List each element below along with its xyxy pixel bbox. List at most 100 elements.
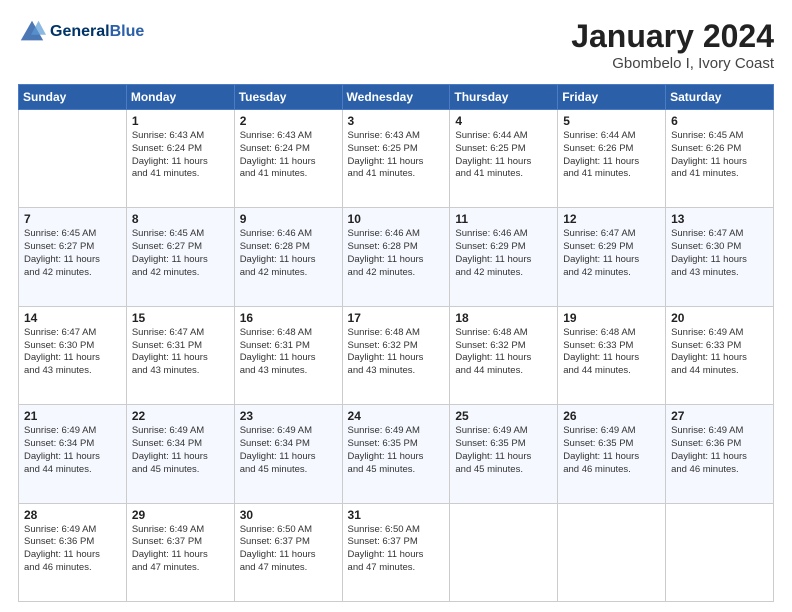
logo: GeneralBlue	[18, 18, 144, 46]
table-row: 25 Sunrise: 6:49 AM Sunset: 6:35 PM Dayli…	[450, 405, 558, 503]
table-row: 24 Sunrise: 6:49 AM Sunset: 6:35 PM Dayli…	[342, 405, 450, 503]
day-number: 26	[563, 409, 660, 423]
day-info: Sunrise: 6:48 AM Sunset: 6:31 PM Dayligh…	[240, 327, 337, 378]
day-info: Sunrise: 6:44 AM Sunset: 6:25 PM Dayligh…	[455, 130, 552, 181]
day-number: 7	[24, 212, 121, 226]
calendar-header-row: Sunday Monday Tuesday Wednesday Thursday…	[19, 85, 774, 110]
table-row: 10Sunrise: 6:46 AM Sunset: 6:28 PM Dayli…	[342, 208, 450, 306]
day-info: Sunrise: 6:43 AM Sunset: 6:24 PM Dayligh…	[240, 130, 337, 181]
day-number: 12	[563, 212, 660, 226]
day-number: 19	[563, 311, 660, 325]
table-row: 18Sunrise: 6:48 AM Sunset: 6:32 PM Dayli…	[450, 306, 558, 404]
day-number: 20	[671, 311, 768, 325]
day-number: 18	[455, 311, 552, 325]
day-info: Sunrise: 6:49 AM Sunset: 6:35 PM Dayligh…	[563, 425, 660, 476]
day-number: 16	[240, 311, 337, 325]
table-row: 7 Sunrise: 6:45 AM Sunset: 6:27 PM Daylig…	[19, 208, 127, 306]
logo-text: GeneralBlue	[50, 23, 144, 41]
day-info: Sunrise: 6:45 AM Sunset: 6:27 PM Dayligh…	[24, 228, 121, 279]
calendar-week-row: 1 Sunrise: 6:43 AM Sunset: 6:24 PM Daylig…	[19, 110, 774, 208]
header: GeneralBlue January 2024 Gbombelo I, Ivo…	[18, 18, 774, 72]
day-number: 21	[24, 409, 121, 423]
col-thursday: Thursday	[450, 85, 558, 110]
day-info: Sunrise: 6:49 AM Sunset: 6:36 PM Dayligh…	[671, 425, 768, 476]
table-row: 31 Sunrise: 6:50 AM Sunset: 6:37 PM Dayli…	[342, 503, 450, 601]
calendar-week-row: 28 Sunrise: 6:49 AM Sunset: 6:36 PM Dayli…	[19, 503, 774, 601]
table-row: 23 Sunrise: 6:49 AM Sunset: 6:34 PM Dayli…	[234, 405, 342, 503]
day-number: 24	[348, 409, 445, 423]
day-info: Sunrise: 6:46 AM Sunset: 6:29 PM Dayligh…	[455, 228, 552, 279]
day-number: 25	[455, 409, 552, 423]
title-block: January 2024 Gbombelo I, Ivory Coast	[571, 18, 774, 72]
table-row	[19, 110, 127, 208]
table-row: 14Sunrise: 6:47 AM Sunset: 6:30 PM Dayli…	[19, 306, 127, 404]
table-row: 1 Sunrise: 6:43 AM Sunset: 6:24 PM Daylig…	[126, 110, 234, 208]
table-row: 30 Sunrise: 6:50 AM Sunset: 6:37 PM Dayli…	[234, 503, 342, 601]
main-title: January 2024	[571, 18, 774, 55]
day-info: Sunrise: 6:48 AM Sunset: 6:33 PM Dayligh…	[563, 327, 660, 378]
page: GeneralBlue January 2024 Gbombelo I, Ivo…	[0, 0, 792, 612]
table-row: 8 Sunrise: 6:45 AM Sunset: 6:27 PM Daylig…	[126, 208, 234, 306]
day-info: Sunrise: 6:48 AM Sunset: 6:32 PM Dayligh…	[348, 327, 445, 378]
day-info: Sunrise: 6:49 AM Sunset: 6:34 PM Dayligh…	[24, 425, 121, 476]
col-saturday: Saturday	[666, 85, 774, 110]
table-row: 13Sunrise: 6:47 AM Sunset: 6:30 PM Dayli…	[666, 208, 774, 306]
calendar-week-row: 14Sunrise: 6:47 AM Sunset: 6:30 PM Dayli…	[19, 306, 774, 404]
table-row: 29 Sunrise: 6:49 AM Sunset: 6:37 PM Dayli…	[126, 503, 234, 601]
day-info: Sunrise: 6:44 AM Sunset: 6:26 PM Dayligh…	[563, 130, 660, 181]
day-number: 9	[240, 212, 337, 226]
table-row: 6 Sunrise: 6:45 AM Sunset: 6:26 PM Daylig…	[666, 110, 774, 208]
table-row: 27 Sunrise: 6:49 AM Sunset: 6:36 PM Dayli…	[666, 405, 774, 503]
day-info: Sunrise: 6:49 AM Sunset: 6:37 PM Dayligh…	[132, 524, 229, 575]
table-row: 15Sunrise: 6:47 AM Sunset: 6:31 PM Dayli…	[126, 306, 234, 404]
day-number: 29	[132, 508, 229, 522]
table-row: 22 Sunrise: 6:49 AM Sunset: 6:34 PM Dayli…	[126, 405, 234, 503]
table-row: 3 Sunrise: 6:43 AM Sunset: 6:25 PM Daylig…	[342, 110, 450, 208]
table-row: 28 Sunrise: 6:49 AM Sunset: 6:36 PM Dayli…	[19, 503, 127, 601]
table-row: 11 Sunrise: 6:46 AM Sunset: 6:29 PM Dayli…	[450, 208, 558, 306]
day-number: 27	[671, 409, 768, 423]
day-number: 1	[132, 114, 229, 128]
day-info: Sunrise: 6:50 AM Sunset: 6:37 PM Dayligh…	[348, 524, 445, 575]
day-number: 3	[348, 114, 445, 128]
logo-icon	[18, 18, 46, 46]
table-row	[450, 503, 558, 601]
day-info: Sunrise: 6:47 AM Sunset: 6:30 PM Dayligh…	[24, 327, 121, 378]
day-info: Sunrise: 6:49 AM Sunset: 6:35 PM Dayligh…	[455, 425, 552, 476]
calendar-week-row: 7 Sunrise: 6:45 AM Sunset: 6:27 PM Daylig…	[19, 208, 774, 306]
day-info: Sunrise: 6:43 AM Sunset: 6:25 PM Dayligh…	[348, 130, 445, 181]
day-info: Sunrise: 6:49 AM Sunset: 6:34 PM Dayligh…	[240, 425, 337, 476]
table-row	[666, 503, 774, 601]
day-number: 31	[348, 508, 445, 522]
table-row: 4Sunrise: 6:44 AM Sunset: 6:25 PM Daylig…	[450, 110, 558, 208]
day-info: Sunrise: 6:45 AM Sunset: 6:26 PM Dayligh…	[671, 130, 768, 181]
day-info: Sunrise: 6:45 AM Sunset: 6:27 PM Dayligh…	[132, 228, 229, 279]
table-row: 9Sunrise: 6:46 AM Sunset: 6:28 PM Daylig…	[234, 208, 342, 306]
day-number: 22	[132, 409, 229, 423]
day-info: Sunrise: 6:46 AM Sunset: 6:28 PM Dayligh…	[348, 228, 445, 279]
day-number: 2	[240, 114, 337, 128]
day-number: 6	[671, 114, 768, 128]
day-info: Sunrise: 6:47 AM Sunset: 6:31 PM Dayligh…	[132, 327, 229, 378]
day-number: 13	[671, 212, 768, 226]
day-info: Sunrise: 6:49 AM Sunset: 6:34 PM Dayligh…	[132, 425, 229, 476]
day-number: 8	[132, 212, 229, 226]
col-wednesday: Wednesday	[342, 85, 450, 110]
col-sunday: Sunday	[19, 85, 127, 110]
day-info: Sunrise: 6:49 AM Sunset: 6:33 PM Dayligh…	[671, 327, 768, 378]
day-number: 17	[348, 311, 445, 325]
col-friday: Friday	[558, 85, 666, 110]
table-row: 16 Sunrise: 6:48 AM Sunset: 6:31 PM Dayli…	[234, 306, 342, 404]
calendar-week-row: 21 Sunrise: 6:49 AM Sunset: 6:34 PM Dayli…	[19, 405, 774, 503]
day-number: 28	[24, 508, 121, 522]
day-number: 11	[455, 212, 552, 226]
table-row: 20 Sunrise: 6:49 AM Sunset: 6:33 PM Dayli…	[666, 306, 774, 404]
day-info: Sunrise: 6:50 AM Sunset: 6:37 PM Dayligh…	[240, 524, 337, 575]
day-info: Sunrise: 6:49 AM Sunset: 6:36 PM Dayligh…	[24, 524, 121, 575]
day-number: 23	[240, 409, 337, 423]
day-number: 30	[240, 508, 337, 522]
day-info: Sunrise: 6:43 AM Sunset: 6:24 PM Dayligh…	[132, 130, 229, 181]
day-info: Sunrise: 6:49 AM Sunset: 6:35 PM Dayligh…	[348, 425, 445, 476]
table-row: 19 Sunrise: 6:48 AM Sunset: 6:33 PM Dayli…	[558, 306, 666, 404]
table-row: 12Sunrise: 6:47 AM Sunset: 6:29 PM Dayli…	[558, 208, 666, 306]
